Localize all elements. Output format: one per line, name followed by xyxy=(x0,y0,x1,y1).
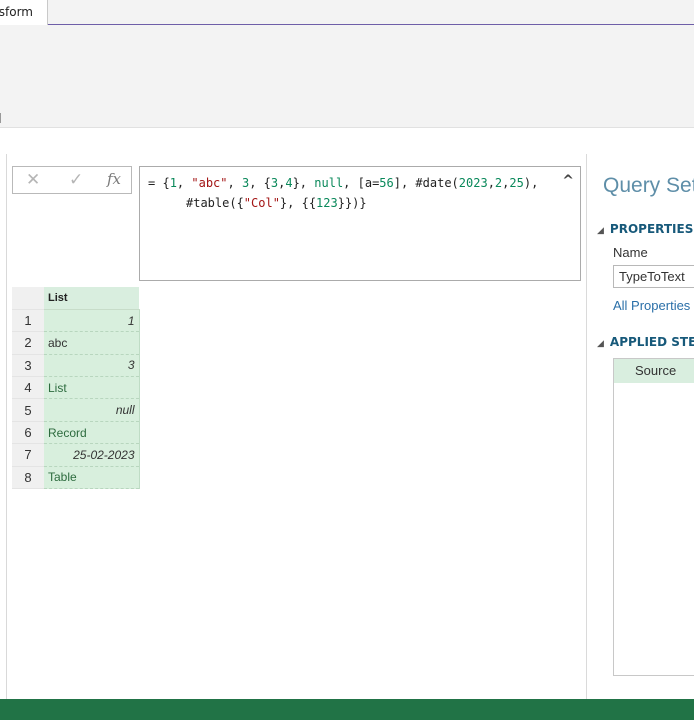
ribbon-gap xyxy=(0,128,694,154)
row-index: 2 xyxy=(12,331,44,355)
query-settings-pane: Query Set ◢ PROPERTIES Name All Propertie… xyxy=(587,154,694,699)
row-index: 5 xyxy=(12,398,44,422)
check-icon[interactable]: ✓ xyxy=(69,171,83,189)
applied-steps-label: APPLIED STE xyxy=(609,335,694,349)
status-bar xyxy=(0,699,694,720)
table-cell-link[interactable]: List xyxy=(44,376,140,400)
formula-line-2: #table({"Col"}, {{123}})} xyxy=(186,196,367,210)
formula-line-1: = {1, "abc", 3, {3,4}, null, [a=56], #da… xyxy=(148,176,539,190)
table-cell-link[interactable]: Table xyxy=(44,466,140,490)
column-header[interactable]: List xyxy=(44,287,139,310)
grid-header-row: List xyxy=(12,287,139,310)
table-row: 5 null xyxy=(12,398,140,422)
table-row: 7 25-02-2023 xyxy=(12,443,140,467)
ribbon-body xyxy=(0,25,694,128)
properties-label: PROPERTIES xyxy=(609,222,694,236)
table-cell-link[interactable]: Record xyxy=(44,421,140,445)
table-cell[interactable]: abc xyxy=(44,331,140,355)
table-row: 8 Table xyxy=(12,466,140,490)
table-row: 4 List xyxy=(12,376,140,400)
table-row: 2 abc xyxy=(12,331,140,355)
ribbon-tab-strip: nsform xyxy=(0,0,694,25)
query-name-field[interactable] xyxy=(613,265,694,288)
step-source[interactable]: Source xyxy=(614,359,694,383)
table-cell[interactable]: null xyxy=(44,398,140,422)
row-index: 4 xyxy=(12,376,44,400)
row-index: 3 xyxy=(12,354,44,378)
table-cell[interactable]: 25-02-2023 xyxy=(44,443,140,467)
properties-section-header[interactable]: ◢ PROPERTIES xyxy=(597,222,693,236)
row-index-header xyxy=(12,287,44,310)
queries-pane-edge[interactable] xyxy=(6,154,7,699)
tab-transform[interactable]: nsform xyxy=(0,0,48,25)
ribbon-collapse-marker xyxy=(0,113,1,123)
formula-buttons: ✕ ✓ fx xyxy=(12,166,132,194)
all-properties-link[interactable]: All Properties xyxy=(613,298,690,313)
table-row: 6 Record xyxy=(12,421,140,445)
table-row: 3 3 xyxy=(12,354,140,378)
row-index: 6 xyxy=(12,421,44,445)
chevron-up-icon[interactable]: ^ xyxy=(562,173,574,189)
close-icon[interactable]: ✕ xyxy=(26,171,40,189)
row-index: 7 xyxy=(12,443,44,467)
triangle-down-icon: ◢ xyxy=(597,226,604,236)
triangle-down-icon: ◢ xyxy=(597,339,604,349)
table-cell[interactable]: 3 xyxy=(44,354,140,378)
results-grid: List 1 1 2 abc 3 3 4 List 5 null 6 Recor… xyxy=(12,287,140,490)
row-index: 8 xyxy=(12,466,44,490)
formula-editor[interactable]: = {1, "abc", 3, {3,4}, null, [a=56], #da… xyxy=(139,166,581,281)
row-index: 1 xyxy=(12,309,44,333)
table-row: 1 1 xyxy=(12,309,140,333)
applied-steps-section-header[interactable]: ◢ APPLIED STE xyxy=(597,335,694,349)
query-settings-title: Query Set xyxy=(603,174,694,197)
name-label: Name xyxy=(613,245,648,260)
applied-steps-list: Source xyxy=(613,358,694,676)
fx-icon[interactable]: fx xyxy=(107,170,121,188)
table-cell[interactable]: 1 xyxy=(44,309,140,333)
